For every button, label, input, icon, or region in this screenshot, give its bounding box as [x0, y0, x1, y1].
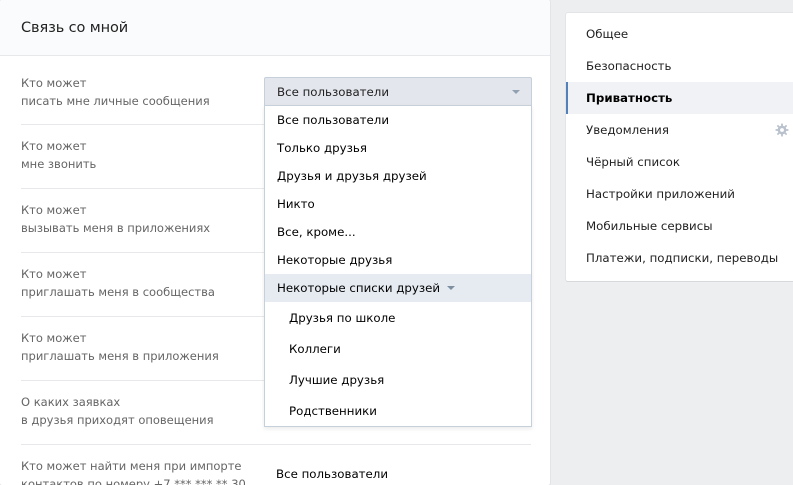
setting-label: Кто может приглашать меня в сообщества: [21, 267, 215, 299]
friend-list-relatives[interactable]: Родственники: [265, 395, 531, 426]
option-nobody[interactable]: Никто: [265, 190, 531, 218]
settings-side-menu: Общее Безопасность Приватность Уведомлен…: [566, 13, 793, 281]
setting-label: О каких заявках в друзья приходят оповеще…: [21, 395, 214, 427]
chevron-down-icon: [447, 286, 456, 290]
select-value: Все пользователи: [277, 84, 390, 99]
friend-list-best-friends[interactable]: Лучшие друзья: [265, 364, 531, 395]
menu-item-payments[interactable]: Платежи, подписки, переводы: [566, 242, 793, 274]
setting-label: Кто может писать мне личные сообщения: [21, 76, 210, 108]
option-some-friend-lists[interactable]: Некоторые списки друзей: [265, 274, 531, 302]
privacy-dropdown: Все пользователи Только друзья Друзья и …: [264, 105, 532, 427]
messages-privacy-select[interactable]: Все пользователи: [264, 77, 532, 105]
contact-import-value[interactable]: Все пользователи: [276, 467, 388, 481]
page-title: Связь со мной: [21, 19, 129, 36]
option-all-users[interactable]: Все пользователи: [265, 106, 531, 134]
option-some-friends[interactable]: Некоторые друзья: [265, 246, 531, 274]
setting-label: Кто может мне звонить: [21, 139, 97, 171]
chevron-down-icon: [512, 90, 520, 94]
menu-item-app-settings[interactable]: Настройки приложений: [566, 178, 793, 210]
menu-item-security[interactable]: Безопасность: [566, 50, 793, 82]
option-friends-of-friends[interactable]: Друзья и друзья друзей: [265, 162, 531, 190]
friend-list-school[interactable]: Друзья по школе: [265, 302, 531, 333]
card-header: Связь со мной: [0, 0, 550, 56]
menu-item-blacklist[interactable]: Чёрный список: [566, 146, 793, 178]
menu-item-privacy[interactable]: Приватность: [566, 82, 793, 114]
setting-label: Кто может приглашать меня в приложения: [21, 331, 219, 363]
option-friends-only[interactable]: Только друзья: [265, 134, 531, 162]
setting-label: Кто может найти меня при импорте контакто…: [21, 459, 246, 485]
menu-item-general[interactable]: Общее: [566, 18, 793, 50]
friend-list-colleagues[interactable]: Коллеги: [265, 333, 531, 364]
menu-item-mobile-services[interactable]: Мобильные сервисы: [566, 210, 793, 242]
option-all-except[interactable]: Все, кроме...: [265, 218, 531, 246]
menu-item-notifications[interactable]: Уведомления: [566, 114, 793, 146]
setting-label: Кто может вызывать меня в приложениях: [21, 203, 211, 235]
gear-icon[interactable]: [775, 123, 789, 137]
